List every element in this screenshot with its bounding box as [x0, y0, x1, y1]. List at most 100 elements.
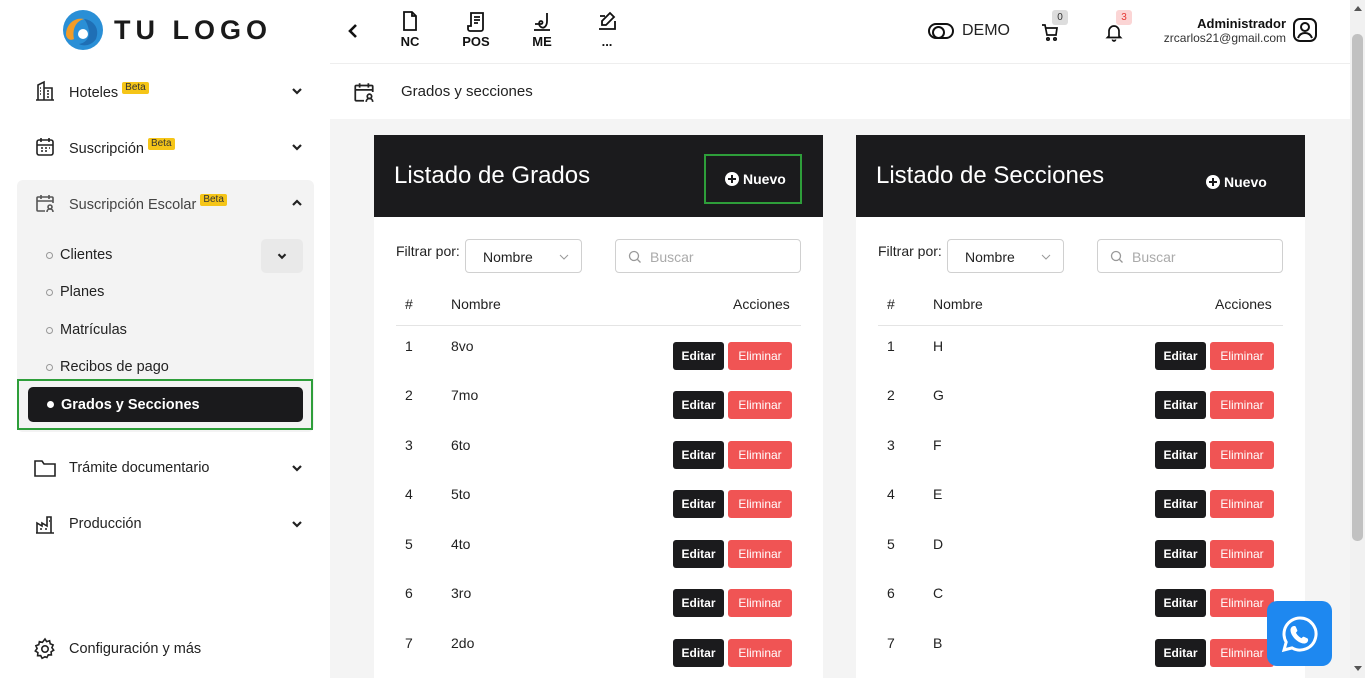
row-name: B: [933, 635, 943, 651]
subitem-planes[interactable]: Planes: [46, 284, 104, 300]
sidebar-item-hoteles[interactable]: Hoteles Beta: [33, 76, 313, 106]
delete-button[interactable]: Eliminar: [728, 342, 792, 370]
chevron-down-icon: [1041, 254, 1051, 260]
table-row: 2 G Editar Eliminar: [878, 381, 1283, 431]
document-icon: [403, 11, 417, 31]
sidebar-item-suscripcion[interactable]: Suscripción Beta: [33, 132, 313, 162]
search-input[interactable]: Buscar: [1097, 239, 1283, 273]
edit-button[interactable]: Editar: [1155, 540, 1206, 568]
user-email: zrcarlos21@gmail.com: [1163, 31, 1286, 45]
clientes-expand-button[interactable]: [261, 239, 303, 273]
edit-button[interactable]: Editar: [1155, 490, 1206, 518]
row-name: 8vo: [451, 338, 474, 354]
me-button[interactable]: ME: [522, 10, 562, 49]
delete-button[interactable]: Eliminar: [1210, 490, 1274, 518]
bullet-icon: [46, 251, 53, 259]
chevron-down-icon: [292, 144, 302, 151]
secciones-title: Listado de Secciones: [876, 162, 1105, 189]
breadcrumb: Grados y secciones: [330, 64, 1350, 119]
sidebar-item-suscripcion-escolar[interactable]: Suscripción Escolar Beta: [33, 188, 313, 218]
row-number: 6: [887, 585, 895, 601]
edit-button[interactable]: Editar: [1155, 391, 1206, 419]
table-row: 1 H Editar Eliminar: [878, 332, 1283, 382]
delete-button[interactable]: Eliminar: [728, 490, 792, 518]
row-number: 2: [887, 387, 895, 403]
edit-button[interactable]: Editar: [1155, 441, 1206, 469]
row-name: C: [933, 585, 944, 601]
delete-button[interactable]: Eliminar: [728, 441, 792, 469]
demo-toggle[interactable]: DEMO: [928, 22, 1010, 40]
filter-select[interactable]: Nombre: [465, 239, 582, 273]
column-header-acciones: Acciones: [733, 296, 790, 312]
edit-button[interactable]: Editar: [673, 639, 724, 667]
delete-button[interactable]: Eliminar: [1210, 391, 1274, 419]
calendar-icon: [33, 135, 57, 159]
sidebar-item-tramite[interactable]: Trámite documentario: [33, 453, 313, 483]
delete-button[interactable]: Eliminar: [1210, 441, 1274, 469]
delete-button[interactable]: Eliminar: [1210, 589, 1274, 617]
notifications-button[interactable]: 3: [1104, 10, 1132, 42]
subitem-recibos[interactable]: Recibos de pago: [46, 359, 169, 375]
delete-button[interactable]: Eliminar: [1210, 540, 1274, 568]
pos-button[interactable]: POS: [456, 10, 496, 49]
scroll-up-arrow[interactable]: [1354, 6, 1362, 11]
collapse-sidebar-icon[interactable]: [344, 20, 362, 42]
sidebar-item-configuracion[interactable]: Configuración y más: [33, 634, 313, 664]
row-name: 3ro: [451, 585, 472, 601]
table-divider: [878, 325, 1283, 326]
delete-button[interactable]: Eliminar: [1210, 639, 1274, 667]
edit-icon: [599, 11, 616, 30]
row-number: 3: [405, 437, 413, 453]
scroll-down-arrow[interactable]: [1354, 666, 1362, 671]
whatsapp-icon: [1281, 615, 1317, 652]
delete-button[interactable]: Eliminar: [728, 589, 792, 617]
edit-button[interactable]: Editar: [673, 490, 724, 518]
table-row: 5 D Editar Eliminar: [878, 530, 1283, 580]
receipt-icon: [467, 12, 484, 32]
table-row: 5 4to Editar Eliminar: [396, 530, 801, 580]
subitem-matriculas[interactable]: Matrículas: [46, 322, 127, 338]
plus-circle-icon: [1206, 175, 1220, 189]
edit-button[interactable]: Editar: [1155, 589, 1206, 617]
delete-button[interactable]: Eliminar: [1210, 342, 1274, 370]
user-info[interactable]: Administrador zrcarlos21@gmail.com: [1163, 17, 1286, 46]
filter-select[interactable]: Nombre: [947, 239, 1064, 273]
nc-button[interactable]: NC: [390, 10, 430, 49]
scrollbar-thumb[interactable]: [1352, 34, 1363, 541]
sidebar-item-produccion[interactable]: Producción: [33, 509, 313, 539]
table-row: 2 7mo Editar Eliminar: [396, 381, 801, 431]
logo-text: TU LOGO: [114, 14, 272, 45]
delete-button[interactable]: Eliminar: [728, 540, 792, 568]
user-avatar-icon[interactable]: [1292, 17, 1318, 43]
row-name: 4to: [451, 536, 471, 552]
cart-button[interactable]: 0: [1040, 10, 1068, 42]
more-button[interactable]: ...: [587, 10, 627, 49]
logo[interactable]: TU LOGO: [62, 9, 272, 51]
search-input[interactable]: Buscar: [615, 239, 801, 273]
grados-title: Listado de Grados: [394, 162, 591, 189]
new-grado-button[interactable]: Nuevo: [704, 154, 802, 204]
edit-button[interactable]: Editar: [1155, 342, 1206, 370]
edit-button[interactable]: Editar: [1155, 639, 1206, 667]
subitem-grados-secciones[interactable]: Grados y Secciones: [28, 387, 303, 422]
edit-button[interactable]: Editar: [673, 589, 724, 617]
filter-value: Nombre: [965, 249, 1015, 265]
page-scrollbar[interactable]: [1350, 0, 1365, 678]
whatsapp-button[interactable]: [1267, 601, 1332, 666]
row-name: 2do: [451, 635, 475, 651]
beta-badge: Beta: [200, 193, 227, 206]
edit-button[interactable]: Editar: [673, 342, 724, 370]
edit-button[interactable]: Editar: [673, 391, 724, 419]
edit-button[interactable]: Editar: [673, 540, 724, 568]
subitem-label: Clientes: [60, 247, 113, 263]
subitem-label: Planes: [60, 284, 105, 300]
sidebar-item-label: Hoteles: [69, 84, 119, 101]
column-header-num: #: [405, 296, 413, 312]
delete-button[interactable]: Eliminar: [728, 391, 792, 419]
subitem-clientes[interactable]: Clientes: [46, 247, 112, 263]
beta-badge: Beta: [147, 137, 175, 150]
new-seccion-button[interactable]: Nuevo: [1206, 161, 1267, 203]
edit-button[interactable]: Editar: [673, 441, 724, 469]
delete-button[interactable]: Eliminar: [728, 639, 792, 667]
row-number: 5: [405, 536, 413, 552]
